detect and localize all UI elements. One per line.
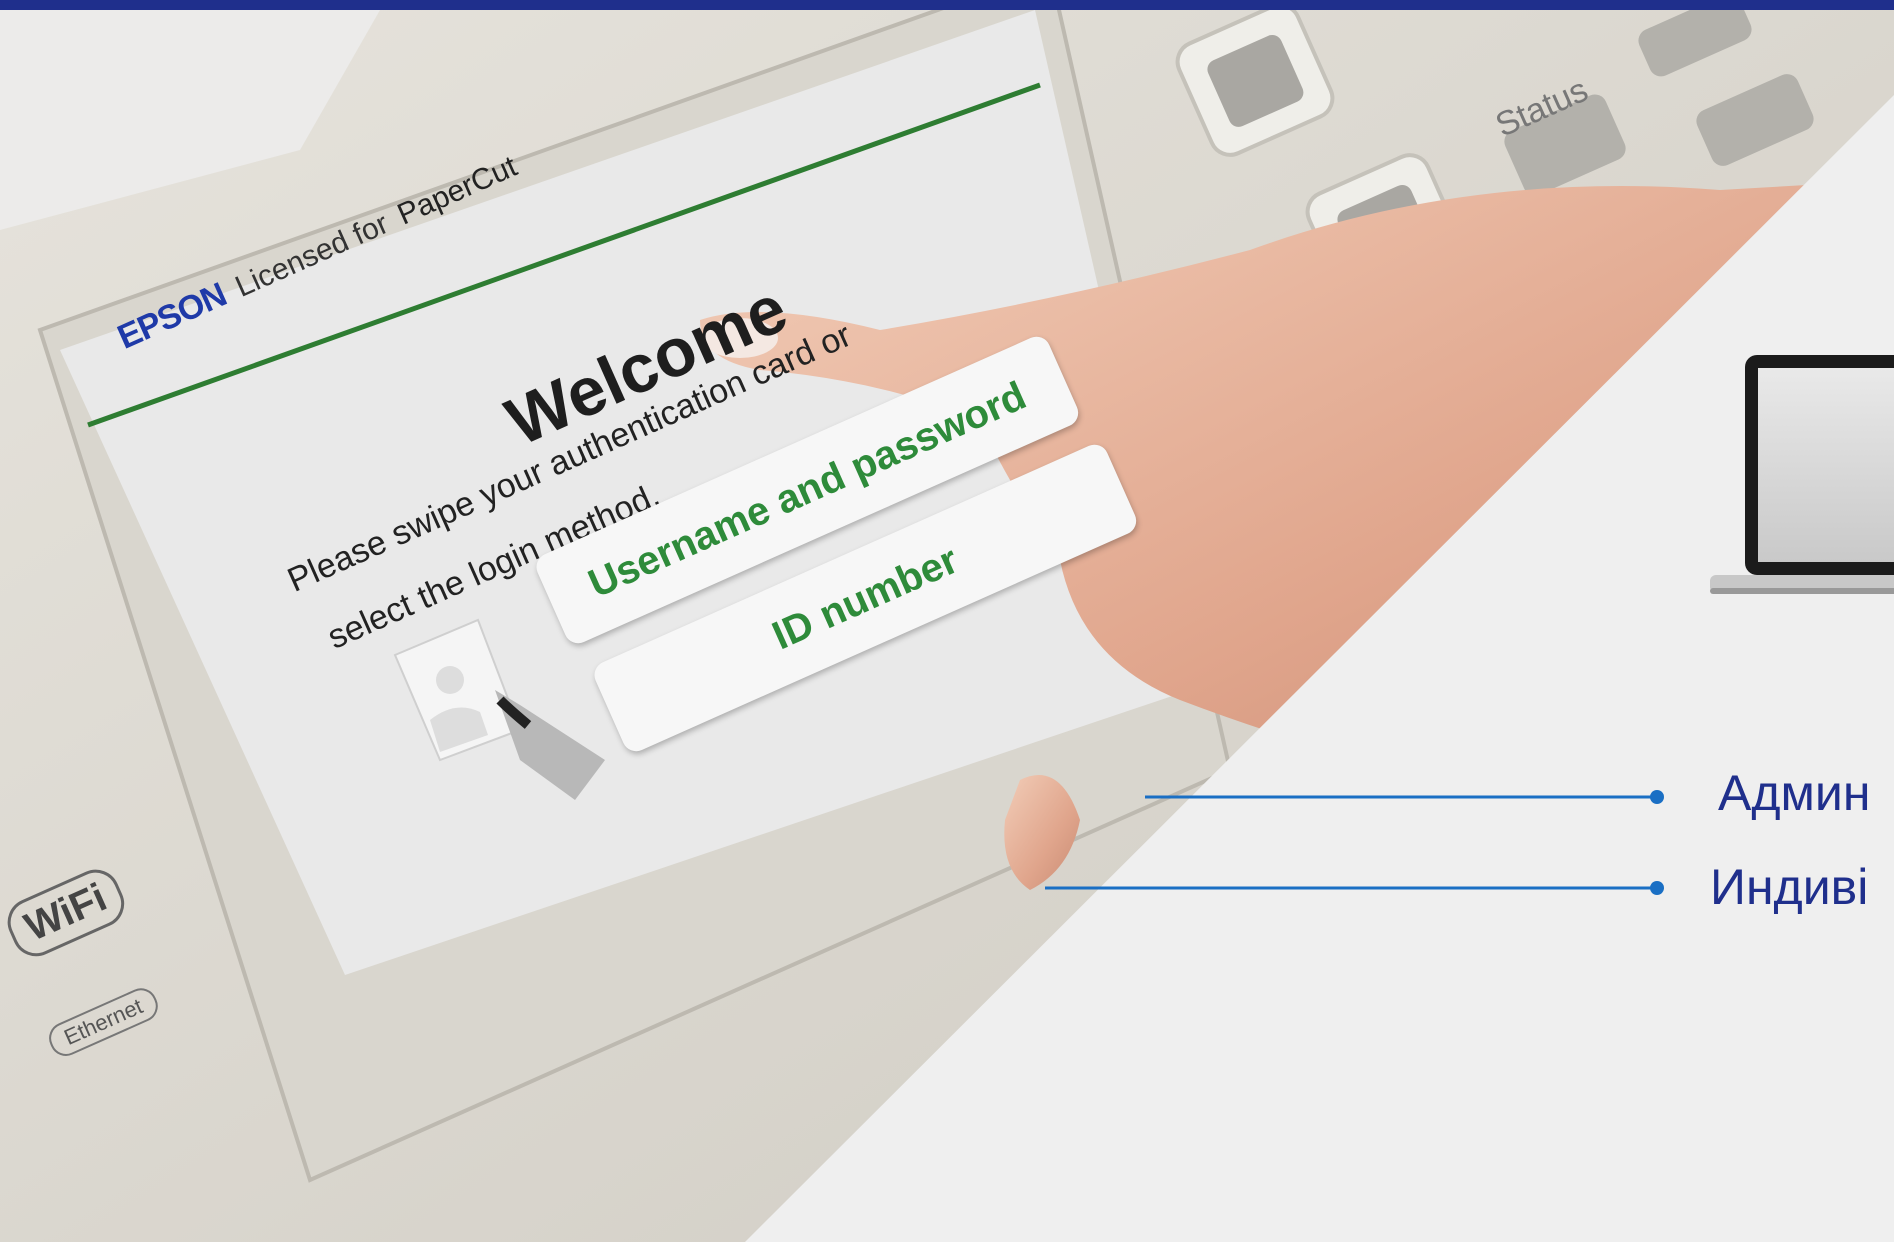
feature-item-admin: Админ <box>1718 765 1871 821</box>
feature-item-individual: Индиві <box>1710 859 1869 915</box>
printer-photo <box>0 10 1894 1242</box>
top-accent-bar <box>0 0 1894 10</box>
